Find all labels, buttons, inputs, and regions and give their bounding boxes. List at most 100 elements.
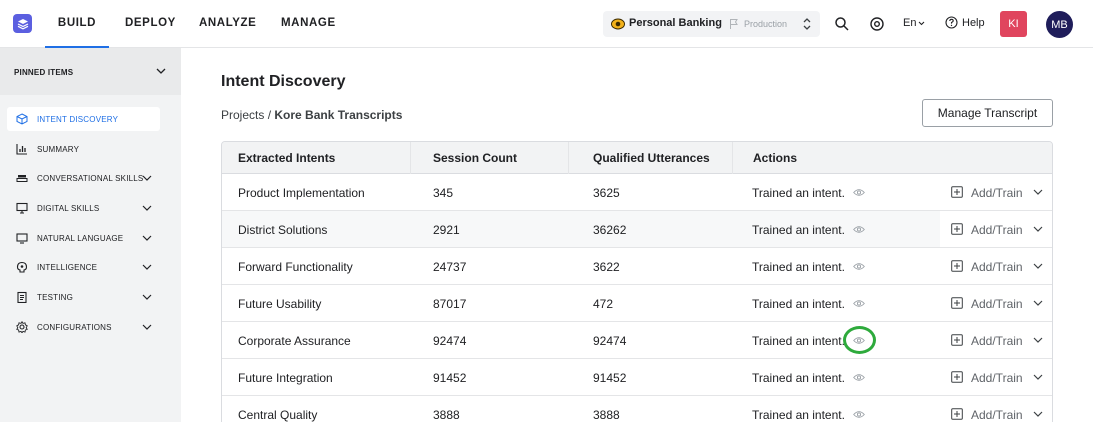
sidebar-item-natural-language[interactable]: NATURAL LANGUAGE [7,226,160,250]
flag-icon [730,19,738,29]
tab-manage[interactable]: MANAGE [281,0,336,48]
action-status: Trained an intent. [752,223,845,237]
monitor-icon [16,202,28,214]
help-circle-icon [945,16,958,29]
action-status: Trained an intent. [752,260,845,274]
column-divider [568,142,569,174]
add-train-dropdown[interactable]: Add/Train [940,359,1052,395]
qualified-utterances: 3622 [593,260,620,274]
sidebar-item-intent-discovery[interactable]: INTENT DISCOVERY [7,107,160,131]
sidebar-item-label: CONVERSATIONAL SKILLS [37,174,144,183]
sidebar-item-testing[interactable]: TESTING [7,285,160,309]
column-divider [732,142,733,174]
add-train-dropdown[interactable]: Add/Train [940,396,1052,422]
plus-square-icon [951,334,963,346]
pinned-items-header[interactable]: PINNED ITEMS [0,48,181,95]
settings-icon [16,321,28,333]
language-selector[interactable]: En [903,17,925,29]
action-status: Trained an intent. [752,297,845,311]
add-train-dropdown[interactable]: Add/Train [940,322,1052,358]
table-row[interactable]: Product Implementation 345 3625 Trained an … [222,174,1052,211]
intent-name: Central Quality [238,408,318,422]
project-name: Personal Banking [629,17,722,29]
action-status: Trained an intent. [752,186,845,200]
sidebar-item-digital-skills[interactable]: DIGITAL SKILLS [7,196,160,220]
search-icon[interactable] [834,16,850,32]
intents-table: Extracted Intents Session Count Qualifie… [221,141,1053,422]
sidebar-item-configurations[interactable]: CONFIGURATIONS [7,315,160,339]
session-count: 91452 [433,371,467,385]
table-row[interactable]: Central Quality 3888 3888 Trained an intent… [222,396,1052,422]
plus-square-icon [951,186,963,198]
qualified-utterances: 3625 [593,186,620,200]
chevron-down-icon [1033,300,1043,306]
eye-icon[interactable] [853,410,865,419]
app-logo-icon[interactable] [13,14,32,33]
chevron-down-icon [142,205,152,211]
table-row[interactable]: District Solutions 2921 36262 Trained an in… [222,211,1052,248]
sidebar-item-label: INTELLIGENCE [37,263,98,272]
breadcrumb-root-link[interactable]: Projects [221,108,264,122]
table-row[interactable]: Corporate Assurance 92474 92474 Trained an … [222,322,1052,359]
column-header-extracted-intents[interactable]: Extracted Intents [238,151,335,165]
help-label: Help [962,16,985,29]
table-row[interactable]: Future Integration 91452 91452 Trained an i… [222,359,1052,396]
plus-square-icon [951,408,963,420]
tab-build[interactable]: BUILD [45,0,109,48]
add-train-dropdown[interactable]: Add/Train [940,248,1052,284]
chevron-down-icon [142,175,152,181]
help-link[interactable]: Help [945,16,985,29]
qualified-utterances: 92474 [593,334,627,348]
add-train-label: Add/Train [971,297,1023,311]
action-status: Trained an intent. [752,371,845,385]
tab-analyze[interactable]: ANALYZE [199,0,256,48]
cube-icon [16,113,28,125]
action-status: Trained an intent. [752,408,845,422]
workspace-avatar[interactable]: KI [1000,11,1027,37]
column-header-actions: Actions [753,151,798,165]
chevron-down-icon [142,294,152,300]
add-train-label: Add/Train [971,334,1023,348]
sidebar-item-label: DIGITAL SKILLS [37,204,100,213]
eye-icon[interactable] [853,262,865,271]
eye-settings-icon[interactable] [869,16,885,32]
chevron-down-icon [1033,411,1043,417]
sidebar-item-conversational-skills[interactable]: CONVERSATIONAL SKILLS [7,166,160,190]
eye-icon[interactable] [853,373,865,382]
qualified-utterances: 472 [593,297,614,311]
table-row[interactable]: Forward Functionality 24737 3622 Trained an… [222,248,1052,285]
add-train-dropdown[interactable]: Add/Train [940,285,1052,321]
eye-icon[interactable] [853,299,865,308]
add-train-dropdown[interactable]: Add/Train [940,174,1052,210]
chevron-down-icon [1033,263,1043,269]
sidebar-item-summary[interactable]: SUMMARY [7,137,160,161]
session-count: 345 [433,186,454,200]
chevron-down-icon [142,324,152,330]
column-header-qualified-utterances[interactable]: Qualified Utterances [593,151,710,165]
chevron-down-icon [1033,226,1043,232]
add-train-label: Add/Train [971,371,1023,385]
add-train-label: Add/Train [971,260,1023,274]
qualified-utterances: 91452 [593,371,627,385]
intent-name: Future Integration [238,371,333,385]
table-row[interactable]: Future Usability 87017 472 Trained an inten… [222,285,1052,322]
project-environment-selector[interactable]: Personal Banking Production [603,11,820,37]
session-count: 87017 [433,297,467,311]
column-header-session-count[interactable]: Session Count [433,151,517,165]
action-status: Trained an intent. [752,334,845,348]
eye-icon[interactable] [853,225,865,234]
add-train-dropdown[interactable]: Add/Train [940,211,1052,247]
user-avatar[interactable]: MB [1046,11,1073,38]
page-title: Intent Discovery [221,73,346,90]
eye-icon[interactable] [853,188,865,197]
qualified-utterances: 36262 [593,223,627,237]
session-count: 3888 [433,408,460,422]
breadcrumb-current: Kore Bank Transcripts [274,108,403,122]
bar-chart-icon [16,144,27,155]
manage-transcript-button[interactable]: Manage Transcript [922,99,1053,127]
chevron-up-down-icon [803,18,811,30]
highlight-annotation-circle [843,326,876,354]
sidebar-item-intelligence[interactable]: INTELLIGENCE [7,255,160,279]
breadcrumb: Projects / Kore Bank Transcripts [221,108,402,122]
tab-deploy[interactable]: DEPLOY [125,0,176,48]
